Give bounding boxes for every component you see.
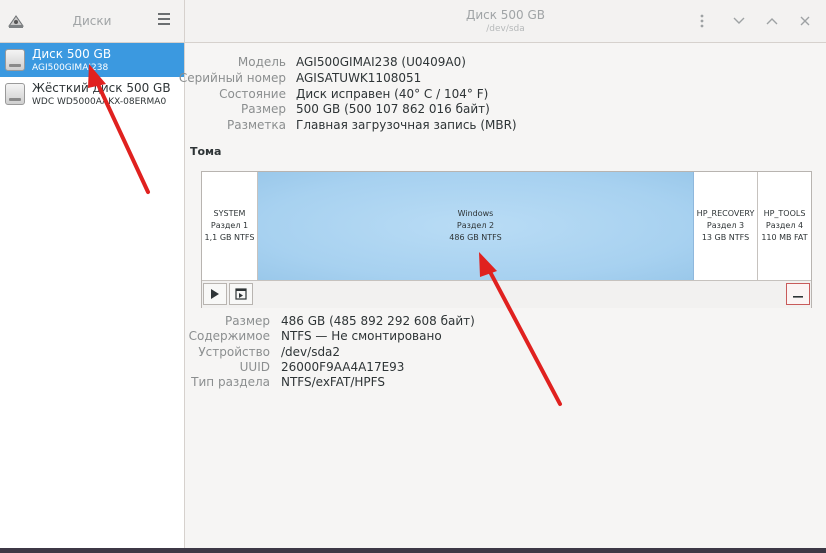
info-value: Главная загрузочная запись (MBR) bbox=[296, 118, 517, 132]
volume-toolbar bbox=[202, 280, 811, 308]
partition-size: 13 GB NTFS bbox=[701, 233, 750, 242]
detail-value: NTFS/exFAT/HPFS bbox=[281, 375, 385, 389]
mount-icon[interactable] bbox=[229, 283, 253, 305]
partition-size: 1,1 GB NTFS bbox=[204, 233, 255, 242]
detail-value: /dev/sda2 bbox=[281, 345, 341, 359]
drive-model: WDC WD5000AAKX-08ERMA0 bbox=[32, 97, 167, 107]
disks-window: Диски Диск 500 GB AGI500GIMAI238 Жёсткий… bbox=[0, 0, 826, 548]
drive-name: Диск 500 GB bbox=[32, 47, 112, 61]
info-row-model: Модель AGI500GIMAI238 (U0409A0) bbox=[185, 55, 826, 71]
minus-icon[interactable] bbox=[786, 283, 810, 305]
info-label: Серийный номер bbox=[178, 71, 286, 85]
info-label: Размер bbox=[240, 102, 286, 116]
main-header: Диск 500 GB /dev/sda bbox=[185, 0, 826, 43]
partition-number: Раздел 4 bbox=[765, 221, 804, 230]
info-row-size: Размер 500 GB (500 107 862 016 байт) bbox=[185, 102, 826, 118]
desktop-edge bbox=[0, 548, 826, 553]
partition-size: 110 MB FAT bbox=[761, 233, 808, 242]
kebab-menu-icon[interactable] bbox=[693, 12, 711, 30]
detail-row-uuid: UUID 26000F9AA4A17E93 bbox=[185, 360, 826, 376]
info-row-partitioning: Разметка Главная загрузочная запись (MBR… bbox=[185, 118, 826, 134]
detail-row-size: Размер 486 GB (485 892 292 608 байт) bbox=[185, 314, 826, 330]
partition-number: Раздел 3 bbox=[706, 221, 745, 230]
partition-name: HP_RECOVERY bbox=[696, 209, 755, 218]
detail-value: NTFS — Не смонтировано bbox=[281, 329, 442, 343]
play-icon[interactable] bbox=[203, 283, 227, 305]
partition-name: SYSTEM bbox=[213, 209, 246, 218]
drive-model: AGI500GIMAI238 bbox=[32, 63, 109, 73]
detail-row-partition-type: Тип раздела NTFS/exFAT/HPFS bbox=[185, 375, 826, 391]
detail-row-device: Устройство /dev/sda2 bbox=[185, 345, 826, 361]
partition-windows[interactable]: Windows Раздел 2 486 GB NTFS bbox=[258, 172, 694, 280]
sidebar: Диски Диск 500 GB AGI500GIMAI238 Жёсткий… bbox=[0, 0, 185, 548]
info-value: AGISATUWK1108051 bbox=[296, 71, 422, 85]
detail-value: 26000F9AA4A17E93 bbox=[281, 360, 405, 374]
info-label: Разметка bbox=[227, 118, 286, 132]
partition-hp-recovery[interactable]: HP_RECOVERY Раздел 3 13 GB NTFS bbox=[694, 172, 758, 280]
volumes-heading: Тома bbox=[190, 145, 222, 158]
volumes-map: SYSTEM Раздел 1 1,1 GB NTFS Windows Разд… bbox=[201, 171, 812, 308]
info-label: Состояние bbox=[219, 87, 286, 101]
detail-label: Содержимое bbox=[188, 329, 270, 343]
partition-name: HP_TOOLS bbox=[763, 209, 806, 218]
hard-disk-icon bbox=[5, 49, 25, 71]
info-label: Модель bbox=[237, 55, 286, 69]
partition-system[interactable]: SYSTEM Раздел 1 1,1 GB NTFS bbox=[202, 172, 258, 280]
detail-label: Размер bbox=[224, 314, 270, 328]
info-value: AGI500GIMAI238 (U0409A0) bbox=[296, 55, 466, 69]
info-value: 500 GB (500 107 862 016 байт) bbox=[296, 102, 490, 116]
detail-label: Устройство bbox=[198, 345, 270, 359]
partition-number: Раздел 2 bbox=[456, 221, 495, 230]
detail-label: Тип раздела bbox=[191, 375, 270, 389]
drive-item-disk-500gb[interactable]: Диск 500 GB AGI500GIMAI238 bbox=[0, 43, 184, 77]
detail-label: UUID bbox=[239, 360, 270, 374]
partition-hp-tools[interactable]: HP_TOOLS Раздел 4 110 MB FAT bbox=[758, 172, 811, 280]
drive-item-hard-disk-500gb[interactable]: Жёсткий диск 500 GB WDC WD5000AAKX-08ERM… bbox=[0, 77, 184, 111]
chevron-up-icon[interactable] bbox=[763, 12, 781, 30]
main-panel: Диск 500 GB /dev/sda Модель AGI500GIMAI2… bbox=[179, 0, 826, 548]
detail-row-contents: Содержимое NTFS — Не смонтировано bbox=[185, 329, 826, 345]
info-value: Диск исправен (40° C / 104° F) bbox=[296, 87, 489, 101]
partition-size: 486 GB NTFS bbox=[449, 233, 502, 242]
info-row-state: Состояние Диск исправен (40° C / 104° F) bbox=[185, 87, 826, 103]
hamburger-menu-icon[interactable] bbox=[155, 13, 173, 29]
partition-name: Windows bbox=[457, 209, 494, 218]
detail-value: 486 GB (485 892 292 608 байт) bbox=[281, 314, 475, 328]
hard-disk-icon bbox=[5, 83, 25, 105]
drive-name: Жёсткий диск 500 GB bbox=[32, 81, 171, 95]
sidebar-header: Диски bbox=[0, 0, 184, 43]
info-row-serial: Серийный номер AGISATUWK1108051 bbox=[179, 71, 826, 87]
partition-number: Раздел 1 bbox=[210, 221, 249, 230]
close-icon[interactable] bbox=[796, 12, 814, 30]
chevron-down-icon[interactable] bbox=[730, 12, 748, 30]
